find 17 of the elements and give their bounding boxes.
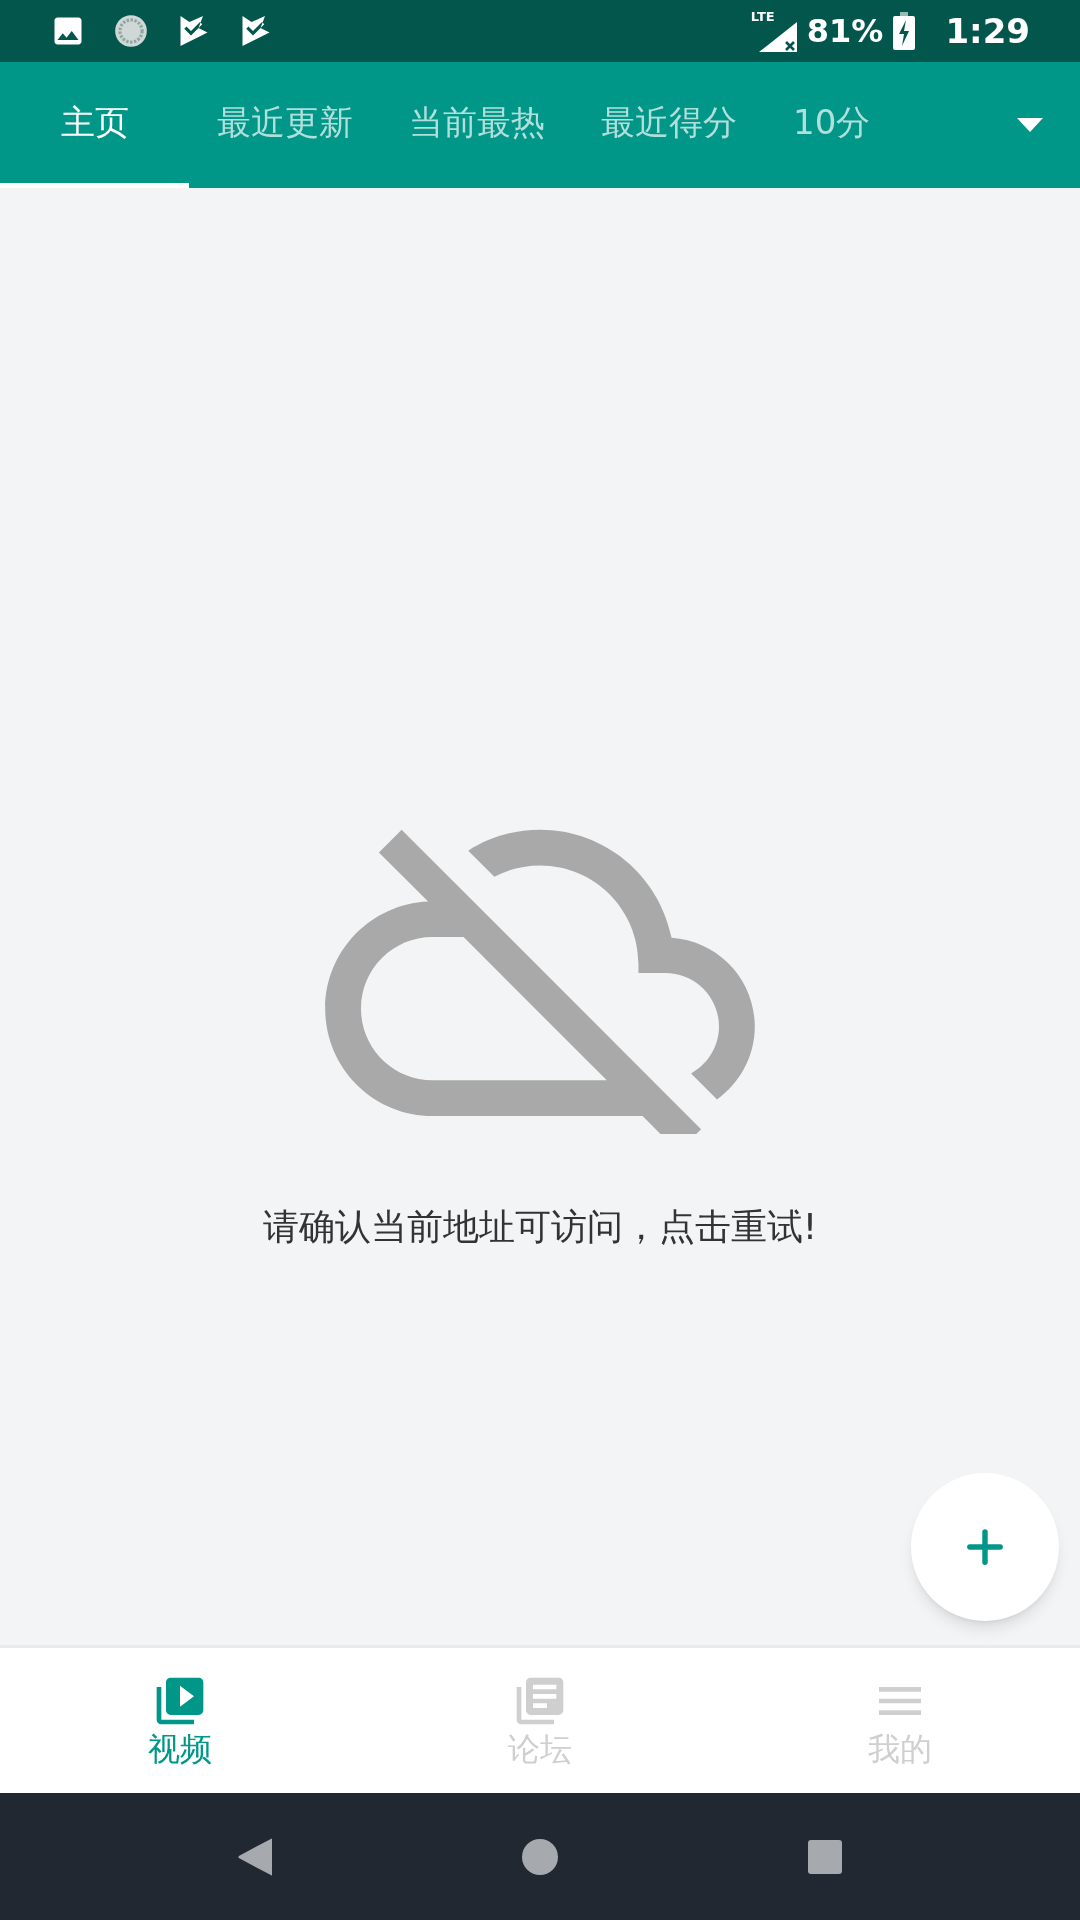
nav-item[interactable]: 视频	[0, 1648, 360, 1793]
tab[interactable]: 10分	[765, 62, 899, 188]
battery-charging-icon	[893, 12, 916, 50]
back-icon[interactable]	[238, 1837, 272, 1876]
caret-down-icon	[1017, 118, 1043, 132]
tab[interactable]: 最近更新	[189, 62, 381, 188]
recents-icon[interactable]	[808, 1839, 842, 1874]
signal-icon	[758, 22, 797, 52]
tab[interactable]: 主页	[0, 62, 189, 188]
tab[interactable]: 最近得分	[573, 62, 765, 188]
clock-time: 1:29	[945, 9, 1030, 53]
battery-percent: 81%	[806, 11, 884, 52]
tab[interactable]: 当前最热	[381, 62, 573, 188]
home-icon[interactable]	[522, 1838, 558, 1875]
network-type: LTE	[750, 10, 775, 23]
error-message[interactable]: 请确认当前地址可访问，点击重试!	[262, 1200, 818, 1254]
progress-circle-icon	[112, 12, 150, 50]
